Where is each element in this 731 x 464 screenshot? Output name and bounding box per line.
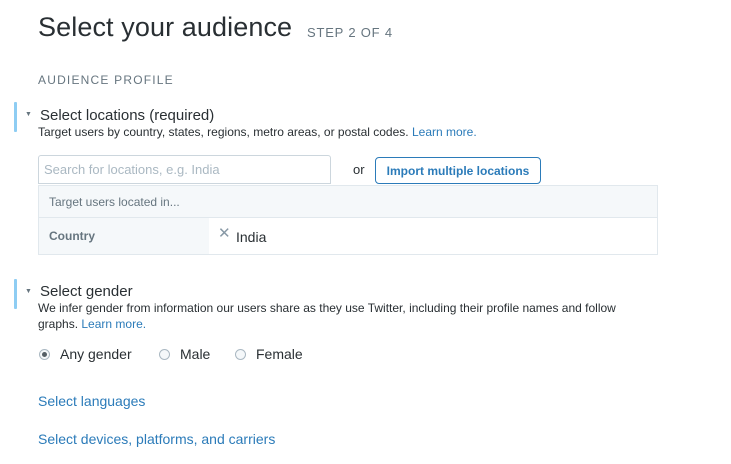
gender-title: Select gender: [40, 283, 133, 300]
select-languages-link[interactable]: Select languages: [38, 393, 145, 409]
gender-description-text: graphs.: [38, 317, 79, 331]
radio-female-label[interactable]: Female: [256, 346, 303, 362]
gender-option-male[interactable]: Male: [159, 346, 210, 362]
gender-learn-more-link[interactable]: Learn more.: [81, 317, 146, 331]
radio-any-gender-label[interactable]: Any gender: [60, 346, 132, 362]
gender-description-line2: graphs. Learn more.: [38, 316, 146, 332]
radio-any-gender[interactable]: [39, 348, 50, 360]
country-value: India: [236, 229, 267, 245]
select-devices-link[interactable]: Select devices, platforms, and carriers: [38, 431, 275, 447]
section-label: AUDIENCE PROFILE: [38, 73, 174, 87]
location-search-input[interactable]: [38, 155, 331, 184]
import-multiple-locations-button[interactable]: Import multiple locations: [375, 157, 541, 184]
gender-accent-bar: [14, 279, 17, 309]
target-locations-table: Target users located in... Country ✕ Ind…: [38, 185, 658, 255]
remove-location-icon[interactable]: ✕: [218, 224, 231, 242]
gender-description-line1: We infer gender from information our use…: [38, 301, 616, 315]
country-label: Country: [49, 229, 95, 243]
radio-male-label[interactable]: Male: [180, 346, 210, 362]
page-title: Select your audience: [38, 12, 293, 42]
target-locations-header: Target users located in...: [39, 186, 657, 218]
gender-option-female[interactable]: Female: [235, 346, 303, 362]
radio-male[interactable]: [159, 348, 170, 360]
locations-description: Target users by country, states, regions…: [38, 124, 477, 140]
step-indicator: STEP 2 OF 4: [307, 25, 393, 40]
locations-learn-more-link[interactable]: Learn more.: [412, 125, 477, 139]
radio-female[interactable]: [235, 348, 246, 360]
locations-title: Select locations (required): [40, 107, 215, 124]
country-label-cell: Country: [39, 218, 209, 254]
gender-collapse-icon[interactable]: ▼: [25, 288, 32, 295]
locations-accent-bar: [14, 102, 17, 132]
or-text: or: [353, 162, 365, 177]
locations-collapse-icon[interactable]: ▼: [25, 111, 32, 118]
target-header-text: Target users located in...: [49, 195, 180, 209]
gender-option-any[interactable]: Any gender: [39, 346, 132, 362]
locations-description-text: Target users by country, states, regions…: [38, 125, 409, 139]
